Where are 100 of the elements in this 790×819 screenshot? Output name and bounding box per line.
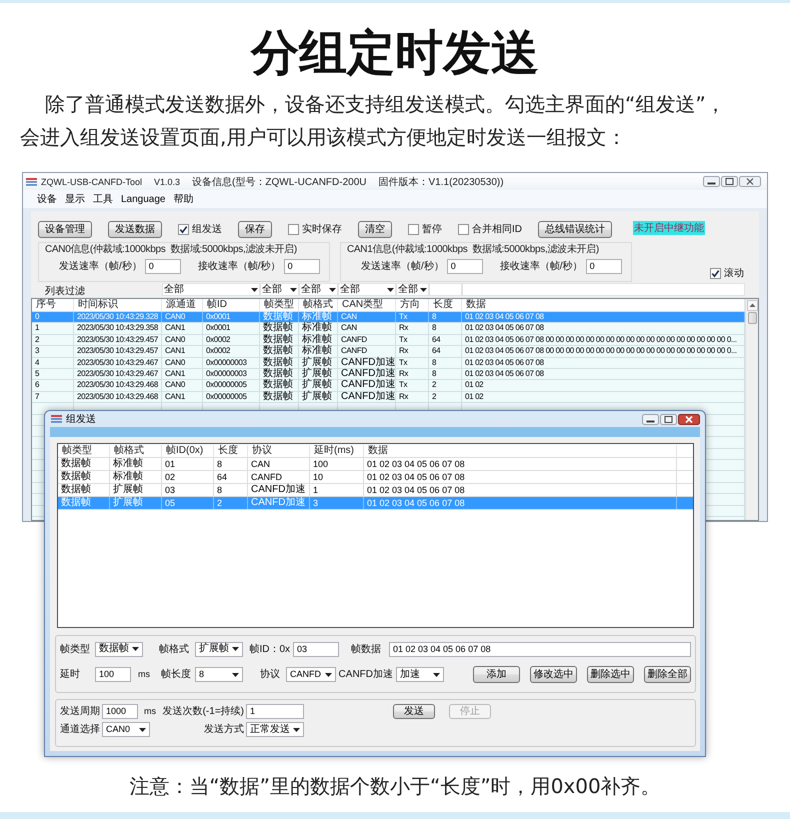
text-field[interactable]: 01 02 03 04 05 06 07 08: [389, 642, 691, 656]
vertical-scrollbar[interactable]: [745, 299, 758, 520]
table-cell: Rx: [396, 368, 429, 380]
text-field[interactable]: 1000: [102, 704, 138, 719]
table-cell: 数据帧: [260, 346, 299, 357]
table-cell: 2023/05/30 10:43:29.358: [74, 323, 162, 334]
table-cell: 数据帧: [260, 323, 299, 334]
table-row[interactable]: 6 2023/05/30 10:43:29.468 CAN0 0x00000005 数据帧 扩展帧 CANFD加速 Tx 2 01 02: [32, 380, 745, 392]
checkbox[interactable]: [710, 268, 721, 279]
table-cell: 数据帧: [260, 392, 299, 402]
table-row[interactable]: 7 2023/05/30 10:43:29.468 CAN1 0x00000005 数据帧 扩展帧 CANFD加速 Rx 2 01 02: [32, 392, 745, 404]
field-label: 发送方式: [204, 724, 244, 735]
table-row[interactable]: 数据帧 标准帧 02 64 CANFD 10 01 02 03 04 05 06 07 08: [58, 471, 693, 484]
rate-field[interactable]: 0: [586, 259, 622, 274]
dropdown[interactable]: CAN0: [102, 722, 150, 737]
filter-dropdown[interactable]: 全部: [162, 283, 260, 296]
close-icon[interactable]: [739, 176, 761, 187]
column-header[interactable]: 源通道: [162, 299, 203, 311]
column-header[interactable]: 帧类型: [58, 445, 110, 457]
table-cell: CAN1: [162, 368, 203, 380]
action-button[interactable]: 删除选中: [587, 666, 634, 683]
action-button[interactable]: 添加: [473, 666, 520, 683]
scroll-up-icon[interactable]: [746, 300, 758, 311]
menu-item[interactable]: Language: [121, 194, 166, 204]
table-cell: 2023/05/30 10:43:29.328: [74, 312, 162, 322]
close-icon[interactable]: [678, 414, 700, 424]
checkbox[interactable]: [178, 224, 189, 235]
maximize-icon[interactable]: [660, 414, 677, 424]
table-cell: 7: [32, 392, 74, 402]
checkbox[interactable]: [408, 224, 419, 235]
checkbox[interactable]: [288, 224, 299, 235]
table-cell: 01 02 03 04 05 06 07 08: [364, 497, 677, 509]
action-button[interactable]: 修改选中: [530, 666, 577, 683]
toolbar-button[interactable]: 设备管理: [38, 221, 92, 238]
dropdown[interactable]: 扩展帧: [195, 642, 243, 656]
column-header[interactable]: 协议: [248, 445, 310, 457]
column-header[interactable]: CAN类型: [338, 299, 396, 311]
menu-item[interactable]: 显示: [65, 192, 85, 206]
scroll-thumb[interactable]: [748, 312, 756, 324]
filter-dropdown[interactable]: 全部: [260, 283, 299, 296]
table-cell: 2: [429, 380, 462, 391]
filter-field[interactable]: [462, 283, 745, 296]
checkbox[interactable]: [458, 224, 469, 235]
column-header[interactable]: 帧类型: [260, 299, 299, 311]
dropdown[interactable]: CANFD: [286, 667, 336, 682]
column-header[interactable]: 时间标识: [74, 299, 162, 311]
column-header[interactable]: 帧ID: [203, 299, 260, 311]
dropdown[interactable]: 正常发送: [246, 722, 304, 737]
table-cell: CANFD加速: [338, 380, 396, 391]
column-header[interactable]: 帧格式: [110, 445, 162, 457]
field-label: 发送次数(-1=持续): [162, 706, 244, 717]
filter-dropdown[interactable]: 全部: [299, 283, 338, 296]
column-header[interactable]: 延时(ms): [310, 445, 364, 457]
table-row[interactable]: 1 2023/05/30 10:43:29.358 CAN1 0x0001 数据帧 标准帧 CAN Rx 8 01 02 03 04 05 06 07 08: [32, 323, 745, 335]
minimize-icon[interactable]: [703, 176, 720, 187]
table-row[interactable]: 4 2023/05/30 10:43:29.467 CAN0 0x00000003 数据帧 扩展帧 CANFD加速 Tx 8 01 02 03 04 05 06 07 08: [32, 358, 745, 369]
rate-field[interactable]: 0: [144, 259, 181, 274]
table-cell: CAN: [338, 312, 396, 322]
rate-field[interactable]: 0: [446, 259, 483, 274]
menu-item[interactable]: 设备: [37, 192, 57, 206]
table-cell: 数据帧: [260, 334, 299, 346]
table-cell: 数据帧: [58, 484, 110, 496]
field-label: 帧数据: [351, 644, 381, 654]
column-header[interactable]: 数据: [364, 445, 677, 457]
column-header[interactable]: 长度: [214, 445, 248, 457]
filter-field[interactable]: [429, 283, 462, 296]
minimize-icon[interactable]: [642, 414, 659, 424]
filter-dropdown[interactable]: 全部: [396, 283, 429, 296]
table-row[interactable]: 数据帧 标准帧 01 8 CAN 100 01 02 03 04 05 06 07 08: [58, 458, 693, 471]
dropdown[interactable]: 加速: [396, 667, 444, 682]
table-cell: 标准帧: [110, 471, 162, 483]
table-cell: CANFD: [338, 346, 396, 357]
table-cell: CAN0: [162, 358, 203, 368]
device-info: 设备信息(型号：ZQWL-UCANFD-200U: [192, 176, 366, 188]
menu-item[interactable]: 帮助: [174, 192, 194, 206]
filter-dropdown[interactable]: 全部: [338, 283, 396, 296]
dropdown[interactable]: 8: [195, 667, 243, 682]
table-row[interactable]: 数据帧 扩展帧 03 8 CANFD加速 1 01 02 03 04 05 06 07 08: [58, 484, 693, 497]
send-button[interactable]: 发送: [393, 704, 435, 719]
toolbar-button[interactable]: 清空: [358, 221, 392, 238]
caret-icon: [251, 288, 258, 292]
toolbar-button[interactable]: 发送数据: [108, 221, 162, 238]
caret-icon: [293, 728, 300, 732]
field-label: 通道选择: [60, 724, 100, 735]
column-header[interactable]: 帧格式: [299, 299, 338, 311]
toolbar-button[interactable]: 总线错误统计: [538, 221, 612, 238]
maximize-icon[interactable]: [721, 176, 738, 187]
text-field[interactable]: 03: [293, 642, 339, 656]
menu-item[interactable]: 工具: [93, 192, 113, 206]
column-header[interactable]: 帧ID(0x): [162, 445, 214, 457]
toolbar-button[interactable]: 保存: [238, 221, 272, 238]
dropdown[interactable]: 数据帧: [95, 642, 143, 656]
table-cell: 2: [32, 334, 74, 346]
text-field[interactable]: 1: [246, 704, 304, 719]
table-cell: 0x00000003: [203, 358, 260, 368]
caret-icon: [433, 672, 440, 676]
table-row[interactable]: 3 2023/05/30 10:43:29.457 CAN1 0x0002 数据帧 标准帧 CANFD Rx 64 01 02 03 04 05 06 07 08 00 00 00 00 00 00 00 00 00 00 00 00 00 00 00 00 00 00 0...: [32, 346, 745, 358]
action-button[interactable]: 删除全部: [644, 666, 691, 683]
rate-field[interactable]: 0: [284, 259, 320, 274]
text-field[interactable]: 100: [95, 667, 131, 682]
